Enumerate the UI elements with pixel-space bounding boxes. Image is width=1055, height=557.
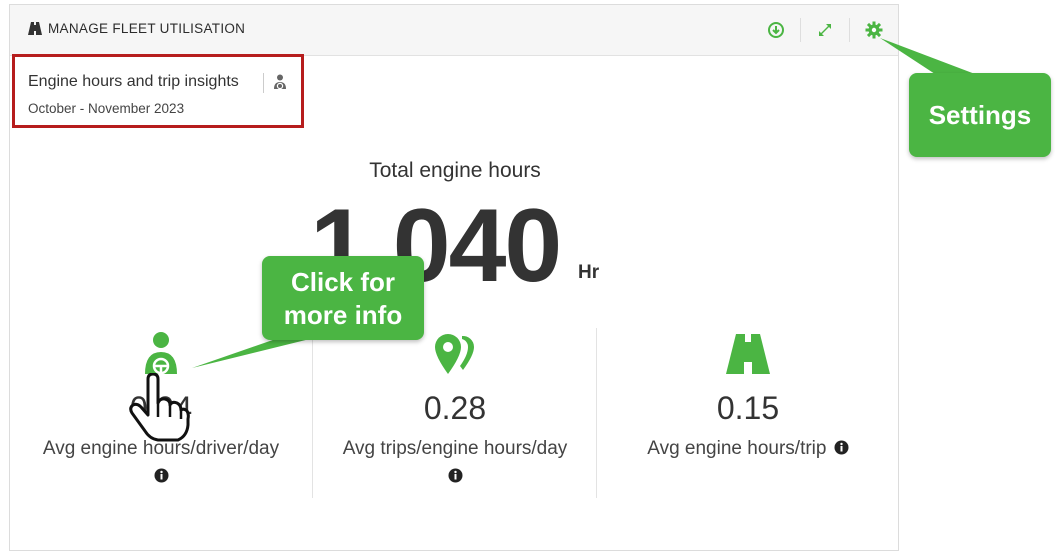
more-info-callout: Click for more info bbox=[262, 256, 424, 340]
hand-pointer-icon bbox=[128, 373, 190, 443]
settings-callout: Settings bbox=[909, 73, 1051, 157]
callout-pointers bbox=[192, 38, 975, 368]
callout-line: Click for bbox=[290, 267, 396, 297]
callout-line: more info bbox=[283, 300, 403, 330]
